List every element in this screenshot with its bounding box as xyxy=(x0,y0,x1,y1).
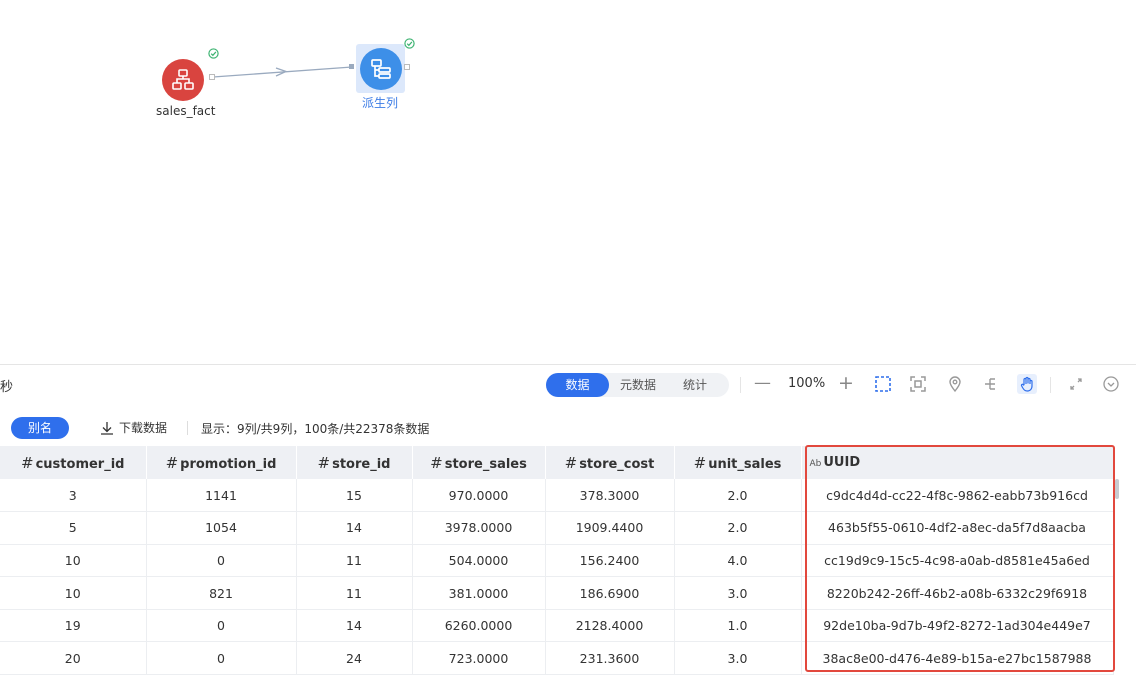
fit-view-icon[interactable] xyxy=(908,374,928,394)
view-tabs: 数据 元数据 统计 xyxy=(546,373,729,397)
table-cell: 3.0 xyxy=(674,641,802,676)
download-icon xyxy=(101,421,113,435)
download-label: 下载数据 xyxy=(119,421,168,435)
table-cell: 463b5f55-0610-4df2-a8ec-da5f7d8aacba xyxy=(801,511,1114,545)
table-row[interactable]: 20 0 24 723.0000 231.3600 3.0 38ac8e00-d476-4e… xyxy=(0,641,1114,676)
table-cell: 4.0 xyxy=(674,544,802,578)
table-cell: 0 xyxy=(146,641,297,676)
table-row[interactable]: 19 0 14 6260.0000 2128.4000 1.0 92de10ba-9d7b-… xyxy=(0,609,1114,643)
column-header-uuid[interactable]: Ab UUID xyxy=(801,446,1114,479)
table-cell: 821 xyxy=(146,576,297,610)
expand-icon[interactable] xyxy=(1066,374,1086,394)
column-header-store-cost[interactable]: # store_cost xyxy=(545,446,675,479)
data-table: # customer_id # promotion_id # store_id # st… xyxy=(0,446,1114,676)
collapse-panel-icon[interactable] xyxy=(1101,374,1121,394)
data-preview-panel: 秒 数据 元数据 统计 — 100% + 别名 下载数据 显示：9列/共9列，1… xyxy=(0,364,1136,678)
table-cell: 11 xyxy=(296,576,413,610)
column-header-store-sales[interactable]: # store_sales xyxy=(412,446,546,479)
table-cell: 2.0 xyxy=(674,479,802,513)
table-cell: 0 xyxy=(146,544,297,578)
table-cell: 970.0000 xyxy=(412,479,546,513)
flow-canvas[interactable]: sales_fact 派生列 xyxy=(0,0,1136,364)
success-check-icon xyxy=(208,48,219,59)
flow-edge xyxy=(212,64,354,78)
derive-node-derived-column[interactable] xyxy=(356,44,405,93)
table-cell: 3.0 xyxy=(674,576,802,610)
table-cell: 231.3600 xyxy=(545,641,675,676)
table-cell: 1.0 xyxy=(674,609,802,643)
source-node-label: sales_fact xyxy=(156,104,216,118)
zoom-in-button[interactable]: + xyxy=(838,372,854,394)
table-cell: 1054 xyxy=(146,511,297,545)
data-summary: 显示：9列/共9列，100条/共22378条数据 xyxy=(201,422,430,436)
table-cell: 186.6900 xyxy=(545,576,675,610)
table-row[interactable]: 10 821 11 381.0000 186.6900 3.0 8220b242-26ff-… xyxy=(0,576,1114,610)
zoom-out-button[interactable]: — xyxy=(754,373,771,393)
derive-column-icon xyxy=(370,58,391,79)
box-select-icon[interactable] xyxy=(873,374,893,394)
success-check-icon xyxy=(404,38,415,49)
table-cell: 1141 xyxy=(146,479,297,513)
table-cell: 8220b242-26ff-46b2-a08b-6332c29f6918 xyxy=(801,576,1114,610)
table-cell: 504.0000 xyxy=(412,544,546,578)
source-output-port[interactable] xyxy=(209,74,215,80)
table-cell: 11 xyxy=(296,544,413,578)
table-scrollbar[interactable] xyxy=(1115,479,1119,499)
table-cell: 10 xyxy=(0,544,147,578)
table-cell: 14 xyxy=(296,609,413,643)
table-cell: 156.2400 xyxy=(545,544,675,578)
table-cell: 3 xyxy=(0,479,147,513)
derive-output-port[interactable] xyxy=(404,64,410,70)
table-cell: 0 xyxy=(146,609,297,643)
source-node-sales-fact[interactable] xyxy=(162,59,204,101)
tab-metadata[interactable]: 元数据 xyxy=(609,373,667,397)
column-header-store-id[interactable]: # store_id xyxy=(296,446,413,479)
pan-hand-icon[interactable] xyxy=(1017,374,1037,394)
table-row[interactable]: 5 1054 14 3978.0000 1909.4400 2.0 463b5f55-061… xyxy=(0,511,1114,545)
table-cell: cc19d9c9-15c5-4c98-a0ab-d8581e45a6ed xyxy=(801,544,1114,578)
divider xyxy=(187,421,188,435)
elapsed-time: 秒 xyxy=(0,380,14,395)
table-cell: 3978.0000 xyxy=(412,511,546,545)
table-cell: 381.0000 xyxy=(412,576,546,610)
zoom-level: 100% xyxy=(788,376,826,391)
layout-tree-icon[interactable] xyxy=(981,374,1001,394)
table-row[interactable]: 3 1141 15 970.0000 378.3000 2.0 c9dc4d4d-cc22-… xyxy=(0,479,1114,513)
table-cell: 20 xyxy=(0,641,147,676)
table-header-row: # customer_id # promotion_id # store_id # st… xyxy=(0,446,1114,479)
table-cell: 15 xyxy=(296,479,413,513)
table-cell: 38ac8e00-d476-4e89-b15a-e27bc1587988 xyxy=(801,641,1114,676)
database-icon xyxy=(172,69,194,90)
column-header-customer-id[interactable]: # customer_id xyxy=(0,446,147,479)
alias-button[interactable]: 别名 xyxy=(11,417,69,439)
table-cell: 378.3000 xyxy=(545,479,675,513)
table-row[interactable]: 10 0 11 504.0000 156.2400 4.0 cc19d9c9-15c5-4c… xyxy=(0,544,1114,578)
table-cell: 14 xyxy=(296,511,413,545)
table-cell: 1909.4400 xyxy=(545,511,675,545)
tab-data[interactable]: 数据 xyxy=(546,373,609,397)
table-cell: 24 xyxy=(296,641,413,676)
table-cell: 10 xyxy=(0,576,147,610)
table-cell: 723.0000 xyxy=(412,641,546,676)
table-cell: c9dc4d4d-cc22-4f8c-9862-eabb73b916cd xyxy=(801,479,1114,513)
data-toolbar: 别名 下载数据 显示：9列/共9列，100条/共22378条数据 xyxy=(0,405,1136,445)
tab-statistics[interactable]: 统计 xyxy=(667,373,723,397)
table-cell: 2.0 xyxy=(674,511,802,545)
divider xyxy=(1050,377,1051,393)
table-cell: 2128.4000 xyxy=(545,609,675,643)
download-data-button[interactable]: 下载数据 xyxy=(100,419,167,436)
panel-header: 秒 数据 元数据 统计 — 100% + xyxy=(0,365,1136,405)
derive-node-label: 派生列 xyxy=(362,96,399,110)
table-cell: 19 xyxy=(0,609,147,643)
divider xyxy=(740,377,741,393)
locate-icon[interactable] xyxy=(945,374,965,394)
table-cell: 5 xyxy=(0,511,147,545)
table-cell: 92de10ba-9d7b-49f2-8272-1ad304e449e7 xyxy=(801,609,1114,643)
table-cell: 6260.0000 xyxy=(412,609,546,643)
column-header-unit-sales[interactable]: # unit_sales xyxy=(674,446,802,479)
column-header-promotion-id[interactable]: # promotion_id xyxy=(146,446,297,479)
